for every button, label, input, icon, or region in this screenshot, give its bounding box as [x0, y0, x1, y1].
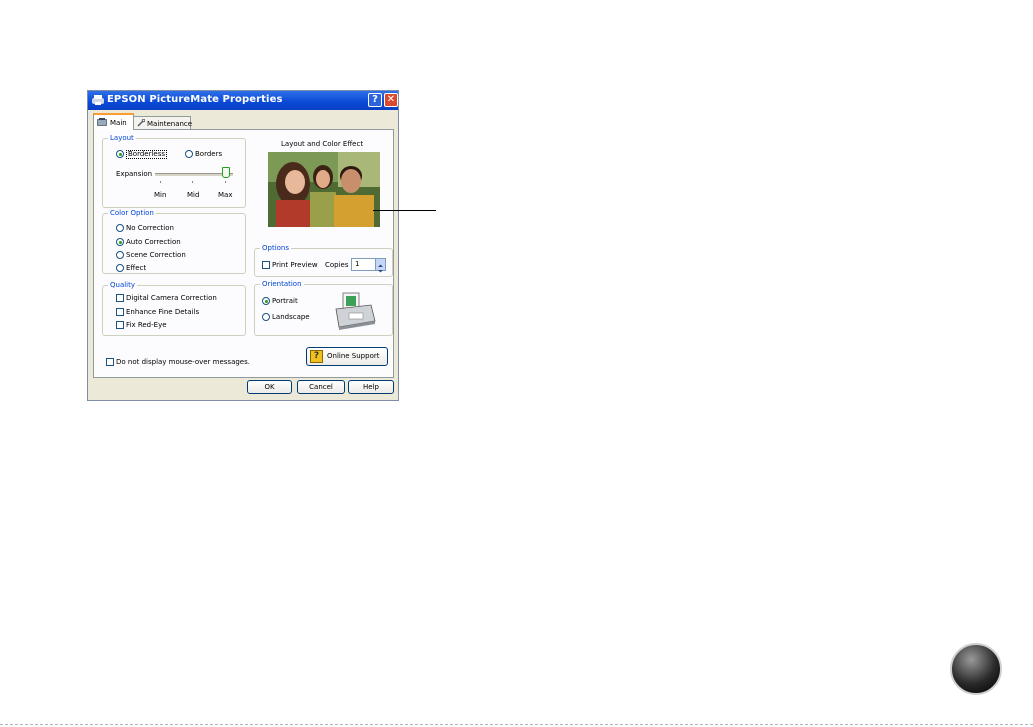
layout-group-title: Layout: [108, 133, 136, 143]
family-photo-image: [268, 152, 380, 227]
copies-value[interactable]: 1: [355, 260, 359, 269]
orientation-group: Orientation Portrait Landscape: [254, 279, 393, 336]
cancel-button[interactable]: Cancel: [297, 380, 345, 394]
online-support-button[interactable]: ? Online Support: [306, 347, 388, 366]
no-correction-radio[interactable]: [116, 224, 124, 232]
options-group: Options Print Preview Copies 1: [254, 243, 393, 277]
landscape-label[interactable]: Landscape: [272, 313, 310, 322]
tick-label-mid: Mid: [187, 191, 200, 199]
layout-group: Layout Borderless Borders Expansion Min …: [102, 133, 246, 208]
copies-spinner[interactable]: 1: [351, 258, 386, 273]
online-support-label: Online Support: [327, 352, 380, 360]
options-title: Options: [260, 243, 292, 253]
portrait-radio[interactable]: [262, 297, 270, 305]
print-preview-label[interactable]: Print Preview: [272, 261, 318, 270]
main-tab-panel: Layout Borderless Borders Expansion Min …: [93, 129, 394, 378]
bottom-dashed-rule: [0, 724, 1033, 725]
effect-radio[interactable]: [116, 264, 124, 272]
portrait-label[interactable]: Portrait: [272, 297, 298, 306]
fix-red-eye-checkbox[interactable]: [116, 321, 124, 329]
tick-label-max: Max: [218, 191, 233, 199]
fix-red-eye-label[interactable]: Fix Red-Eye: [126, 321, 167, 330]
ok-button[interactable]: OK: [247, 380, 292, 394]
print-preview-checkbox[interactable]: [262, 261, 270, 269]
borders-label[interactable]: Borders: [195, 150, 222, 159]
help-button[interactable]: Help: [348, 380, 394, 394]
slider-tick-mid: [192, 181, 193, 183]
mouse-over-label[interactable]: Do not display mouse-over messages.: [116, 358, 250, 367]
help-question-icon: ?: [310, 350, 323, 363]
main-tab-icon: [97, 118, 107, 126]
borderless-radio[interactable]: [116, 150, 124, 158]
copies-spin-buttons[interactable]: [375, 259, 385, 273]
printer-icon: [92, 95, 104, 105]
auto-correction-radio[interactable]: [116, 238, 124, 246]
copies-label: Copies: [325, 261, 349, 269]
wrench-icon: [137, 119, 145, 127]
scene-correction-radio[interactable]: [116, 251, 124, 259]
digital-camera-correction-label[interactable]: Digital Camera Correction: [126, 294, 217, 303]
preview-title: Layout and Color Effect: [281, 140, 364, 148]
color-option-title: Color Option: [108, 208, 156, 218]
color-option-group: Color Option No Correction Auto Correcti…: [102, 208, 246, 274]
slider-tick-max: [225, 181, 226, 183]
callout-line: [373, 210, 436, 211]
enhance-fine-details-checkbox[interactable]: [116, 308, 124, 316]
help-title-button[interactable]: ?: [368, 93, 382, 107]
tab-main-label: Main: [110, 119, 127, 127]
printer-orientation-icon: [335, 292, 376, 330]
quality-title: Quality: [108, 280, 138, 290]
quality-group: Quality Digital Camera Correction Enhanc…: [102, 280, 246, 336]
scene-correction-label[interactable]: Scene Correction: [126, 251, 186, 260]
tab-main[interactable]: Main: [93, 113, 134, 130]
title-bar[interactable]: EPSON PictureMate Properties ? ✕: [88, 91, 398, 110]
enhance-fine-details-label[interactable]: Enhance Fine Details: [126, 308, 199, 317]
effect-label[interactable]: Effect: [126, 264, 146, 273]
digital-camera-correction-checkbox[interactable]: [116, 294, 124, 302]
expansion-slider-thumb[interactable]: [222, 167, 230, 178]
mouse-over-checkbox[interactable]: [106, 358, 114, 366]
borderless-label[interactable]: Borderless: [126, 150, 168, 159]
tab-maintenance[interactable]: Maintenance: [133, 116, 192, 129]
page-number-circle: [950, 643, 1002, 695]
orientation-title: Orientation: [260, 279, 304, 289]
window-title: EPSON PictureMate Properties: [107, 94, 283, 105]
expansion-label: Expansion: [116, 170, 153, 178]
preview-photo: [268, 152, 380, 227]
auto-correction-label[interactable]: Auto Correction: [126, 238, 181, 247]
tick-label-min: Min: [154, 191, 167, 199]
spin-arrows-icon: [378, 264, 383, 273]
landscape-radio[interactable]: [262, 313, 270, 321]
borders-radio[interactable]: [185, 150, 193, 158]
no-correction-label[interactable]: No Correction: [126, 224, 174, 233]
close-button[interactable]: ✕: [384, 93, 398, 107]
properties-dialog: EPSON PictureMate Properties ? ✕ Main Ma…: [87, 90, 399, 401]
slider-tick-min: [160, 181, 161, 183]
